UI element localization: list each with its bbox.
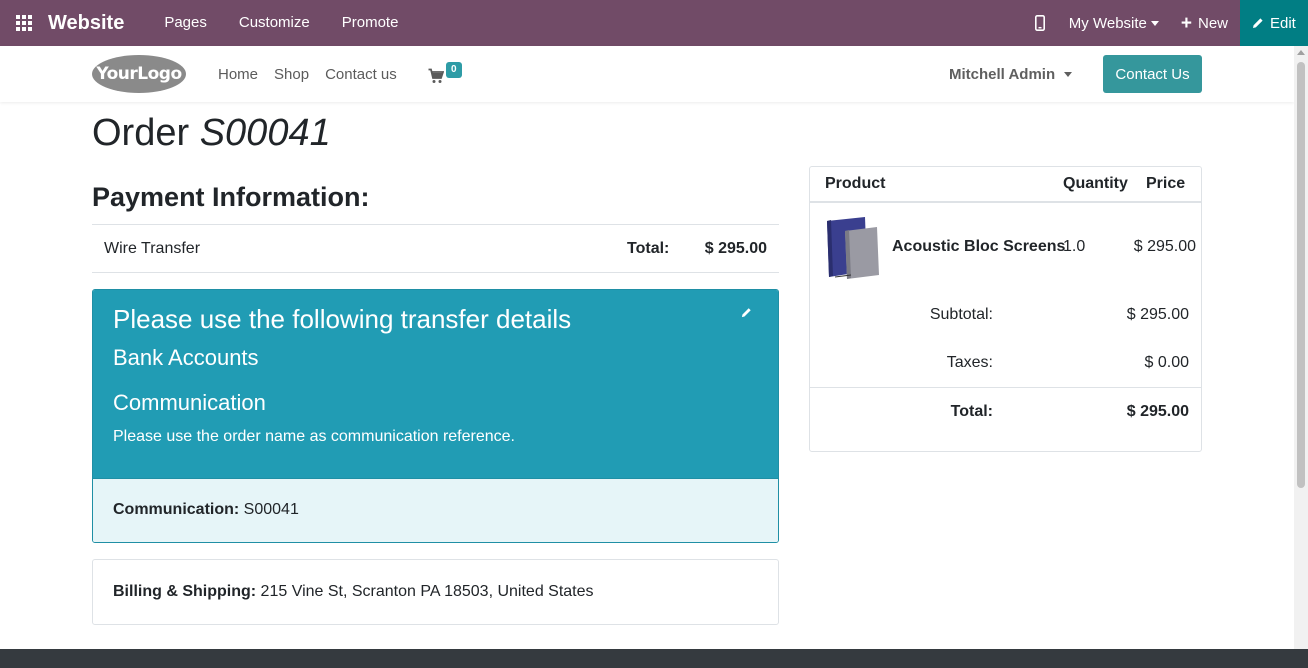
shopping-cart-icon (428, 68, 444, 83)
transfer-details-card: Please use the following transfer detail… (92, 289, 779, 543)
product-image[interactable] (825, 217, 881, 279)
main-menu: Home Shop Contact us (218, 46, 413, 102)
taxes-value: $ 0.00 (1144, 354, 1189, 371)
admin-menu: Pages Customize Promote (148, 0, 414, 46)
menu-pages[interactable]: Pages (148, 0, 223, 46)
page-title: Order S00041 (92, 112, 331, 155)
chevron-down-icon (1150, 20, 1159, 26)
new-button-label: New (1197, 14, 1228, 32)
contact-us-button[interactable]: Contact Us (1103, 55, 1202, 93)
admin-top-bar: Website Pages Customize Promote My Websi… (0, 0, 1308, 46)
pencil-icon[interactable] (741, 307, 752, 318)
edit-button[interactable]: Edit (1240, 0, 1308, 46)
payment-total-label: Total: (627, 240, 670, 257)
website-switcher-label: My Website (1068, 14, 1147, 32)
plus-icon: + (1180, 12, 1192, 34)
communication-value: S00041 (243, 501, 299, 518)
order-title-prefix: Order (92, 112, 190, 154)
cart-link[interactable]: 0 (428, 61, 468, 91)
subtotal-label: Subtotal: (929, 306, 993, 323)
bank-accounts-heading: Bank Accounts (113, 345, 259, 370)
product-name[interactable]: Acoustic Bloc Screens (892, 238, 1065, 256)
menu-customize[interactable]: Customize (223, 0, 326, 46)
order-number: S00041 (199, 112, 331, 154)
product-price: $ 295.00 (1133, 238, 1196, 255)
communication-label: Communication: (113, 501, 240, 518)
communication-heading: Communication (113, 390, 266, 415)
column-product: Product (825, 175, 886, 192)
order-summary-card: Product Quantity Price Acoustic Bloc Scr… (809, 166, 1202, 452)
summary-total-label: Total: (950, 403, 993, 420)
payment-row: Wire Transfer Total: $ 295.00 (92, 224, 779, 273)
transfer-title: Please use the following transfer detail… (113, 304, 572, 334)
summary-divider (810, 387, 1201, 388)
billing-address: 215 Vine St, Scranton PA 18503, United S… (260, 583, 594, 600)
scroll-up-arrow-icon[interactable] (1297, 50, 1305, 55)
nav-contact-us[interactable]: Contact us (325, 66, 397, 83)
nav-home[interactable]: Home (218, 66, 258, 83)
payment-total-value: $ 295.00 (704, 240, 767, 257)
transfer-details-header: Please use the following transfer detail… (93, 290, 778, 478)
page-scrollbar[interactable] (1294, 46, 1308, 649)
app-name[interactable]: Website (48, 12, 124, 35)
nav-shop[interactable]: Shop (274, 66, 309, 83)
apps-grid-icon[interactable] (0, 0, 48, 46)
website-switcher[interactable]: My Website (1069, 15, 1159, 32)
mobile-preview-icon[interactable] (1025, 15, 1055, 31)
cart-count-badge: 0 (446, 62, 462, 78)
column-price: Price (1146, 175, 1186, 192)
user-name: Mitchell Admin (949, 65, 1056, 83)
edit-button-label: Edit (1270, 14, 1296, 32)
website-navbar: YourLogo Home Shop Contact us 0 Mitchell… (0, 46, 1294, 102)
payment-method: Wire Transfer (104, 240, 201, 257)
billing-shipping-card: Billing & Shipping: 215 Vine St, Scranto… (92, 559, 779, 625)
summary-total-value: $ 295.00 (1126, 403, 1189, 420)
subtotal-value: $ 295.00 (1126, 306, 1189, 323)
billing-label: Billing & Shipping: (113, 583, 257, 600)
column-quantity: Quantity (1063, 175, 1128, 192)
taxes-label: Taxes: (946, 354, 993, 371)
footer (0, 649, 1308, 668)
billing-line: Billing & Shipping: 215 Vine St, Scranto… (113, 583, 594, 601)
product-quantity: 1.0 (1063, 238, 1086, 255)
pencil-icon (1253, 18, 1263, 28)
communication-note: Please use the order name as communicati… (113, 428, 515, 445)
communication-line: Communication: S00041 (113, 501, 299, 519)
payment-info-heading: Payment Information: (92, 182, 370, 212)
menu-promote[interactable]: Promote (326, 0, 415, 46)
site-logo[interactable]: YourLogo (92, 55, 186, 93)
scrollbar-thumb[interactable] (1297, 62, 1305, 488)
summary-header: Product Quantity Price (810, 167, 1201, 203)
chevron-down-icon (1064, 71, 1073, 77)
new-button[interactable]: + New (1181, 14, 1228, 33)
admin-right-tools: My Website + New Edit (1025, 0, 1308, 46)
communication-reference: Communication: S00041 (93, 478, 778, 542)
user-menu[interactable]: Mitchell Admin (949, 46, 1073, 102)
